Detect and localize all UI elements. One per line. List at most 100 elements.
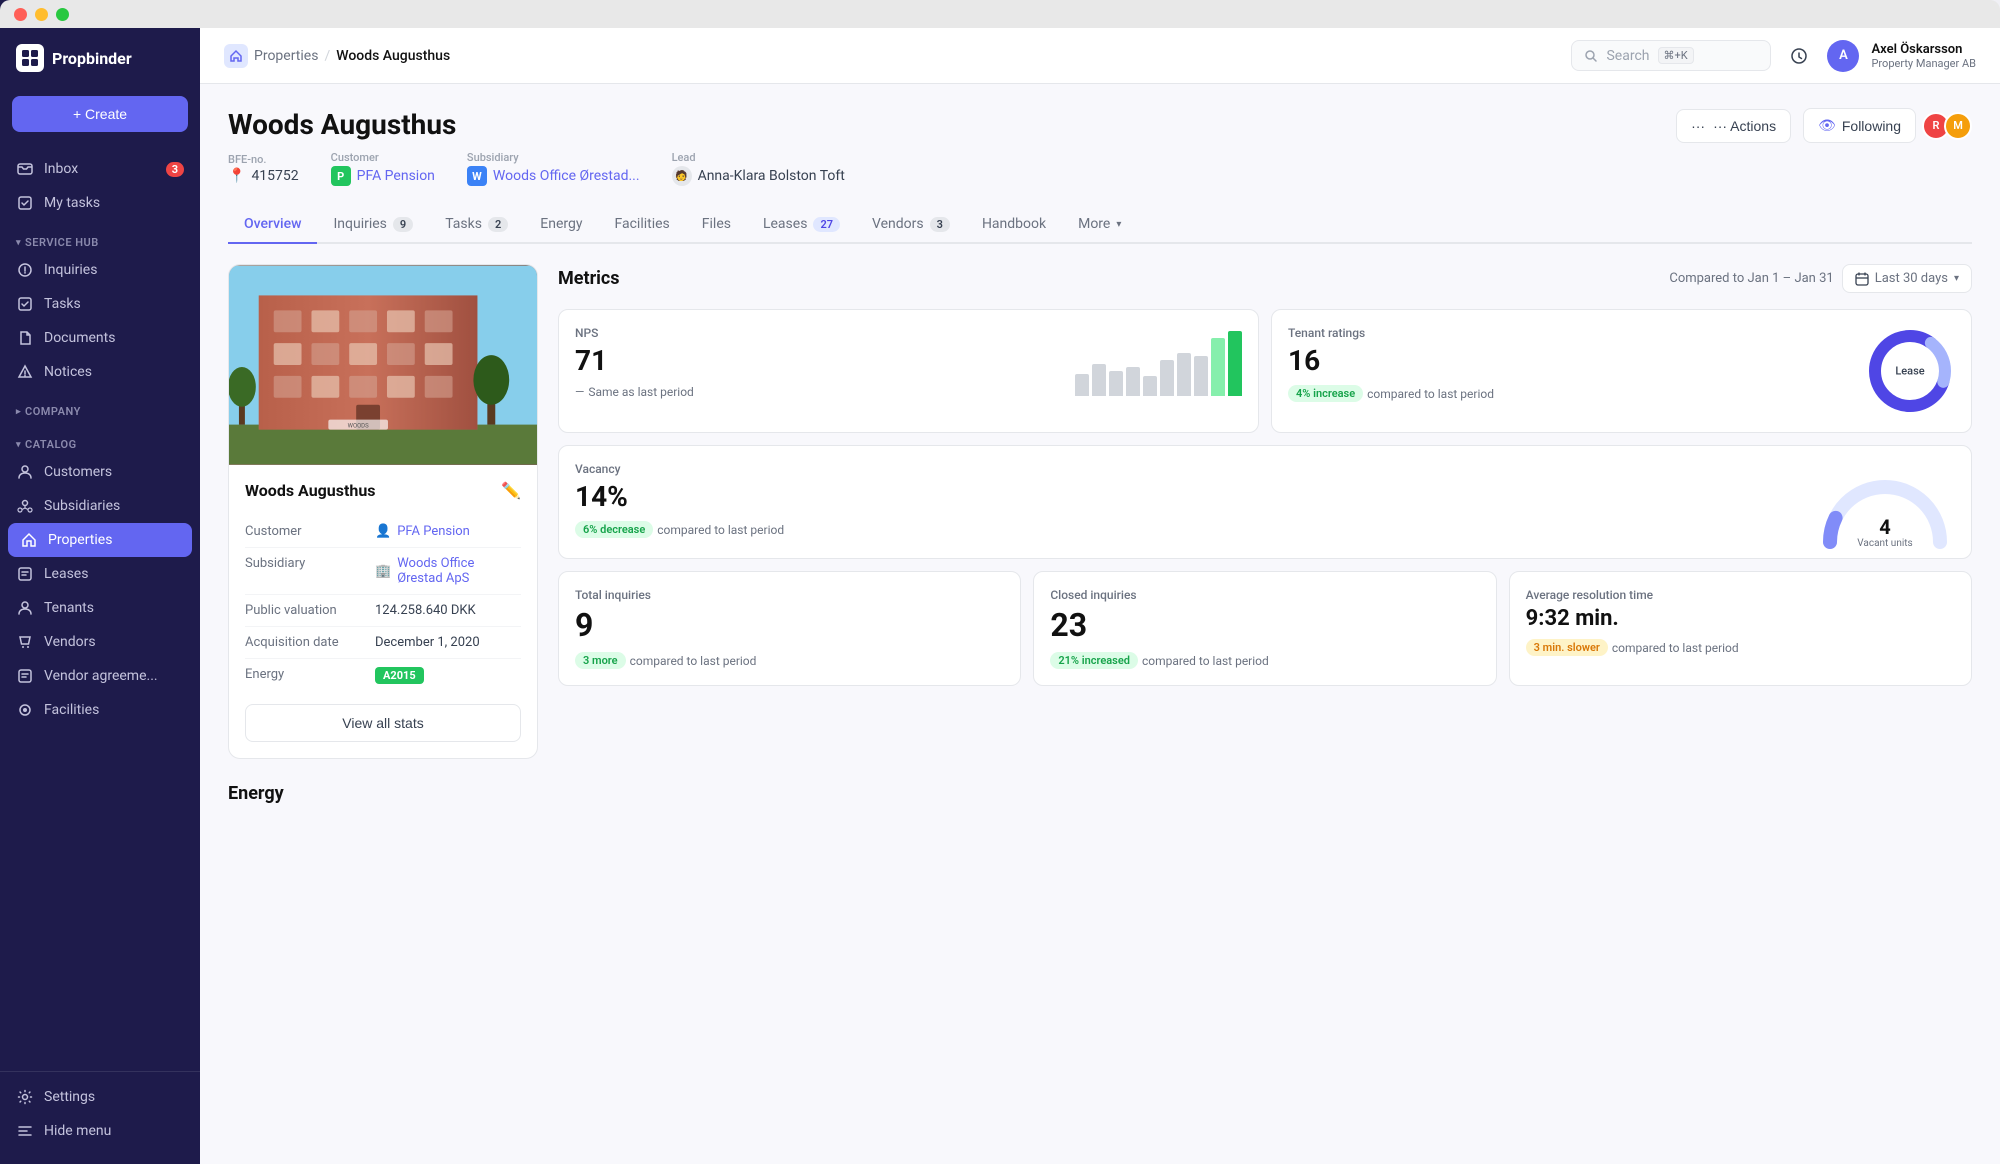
hide-menu-icon xyxy=(16,1122,34,1140)
following-button[interactable]: 👁 Following xyxy=(1803,108,1916,143)
subsidiary-link[interactable]: Woods Office Ørestad... xyxy=(493,168,640,184)
customers-icon xyxy=(16,463,34,481)
sidebar-item-inbox[interactable]: Inbox 3 xyxy=(0,152,200,186)
breadcrumb: Properties / Woods Augusthus xyxy=(224,44,450,68)
tab-overview[interactable]: Overview xyxy=(228,206,317,244)
metrics-title: Metrics xyxy=(558,268,620,289)
nps-bar xyxy=(1092,364,1106,397)
sidebar-item-inquiries[interactable]: Inquiries xyxy=(0,253,200,287)
search-box[interactable]: Search ⌘+K xyxy=(1571,40,1771,71)
info-subsidiary-value: 🏢 Woods Office Ørestad ApS xyxy=(375,556,521,586)
maximize-button[interactable] xyxy=(56,8,69,21)
sidebar-item-notices[interactable]: Notices xyxy=(0,355,200,389)
sidebar-item-my-tasks[interactable]: My tasks xyxy=(0,186,200,220)
view-all-stats-button[interactable]: View all stats xyxy=(245,704,521,742)
minimize-button[interactable] xyxy=(35,8,48,21)
info-subsidiary-row: Subsidiary 🏢 Woods Office Ørestad ApS xyxy=(245,548,521,595)
topbar: Properties / Woods Augusthus Search ⌘+K … xyxy=(200,28,2000,84)
total-inquiries-value: 9 xyxy=(575,606,1004,644)
vendors-badge: 3 xyxy=(930,217,950,232)
timer-icon[interactable] xyxy=(1783,40,1815,72)
info-customer-value: 👤 PFA Pension xyxy=(375,524,470,539)
search-icon xyxy=(1584,49,1598,63)
company-header[interactable]: ▸ COMPANY xyxy=(0,397,200,422)
avg-resolution-value: 9:32 min. xyxy=(1526,606,1955,631)
inbox-icon xyxy=(16,160,34,178)
period-selector[interactable]: Last 30 days ▾ xyxy=(1842,264,1972,293)
total-inquiries-label: Total inquiries xyxy=(575,588,1004,602)
tab-handbook[interactable]: Handbook xyxy=(966,206,1062,244)
bfe-value: 📍 415752 xyxy=(228,168,299,184)
meta-customer: Customer P PFA Pension xyxy=(331,151,435,186)
notices-icon xyxy=(16,363,34,381)
sidebar-item-leases[interactable]: Leases xyxy=(0,557,200,591)
following-icon: 👁 xyxy=(1818,117,1836,134)
chevron-down-icon: ▾ xyxy=(1116,219,1121,230)
slower-badge: 3 min. slower xyxy=(1526,639,1608,656)
sidebar-item-customers[interactable]: Customers xyxy=(0,455,200,489)
breadcrumb-separator: / xyxy=(324,48,330,64)
lead-avatar: 🧑 xyxy=(672,166,692,186)
tab-leases[interactable]: Leases 27 xyxy=(747,206,856,244)
tab-more[interactable]: More ▾ xyxy=(1062,206,1137,244)
donut-label: Lease xyxy=(1895,364,1924,377)
sidebar-item-facilities[interactable]: Facilities xyxy=(0,693,200,727)
tab-files[interactable]: Files xyxy=(686,206,747,244)
meta-row: BFE-no. 📍 415752 Customer P PFA Pension … xyxy=(228,151,1972,186)
tab-vendors[interactable]: Vendors 3 xyxy=(856,206,966,244)
tenant-footer: 4% increase compared to last period xyxy=(1288,385,1865,402)
more-badge: 3 more xyxy=(575,652,626,669)
info-subsidiary-link[interactable]: Woods Office Ørestad ApS xyxy=(397,556,521,586)
service-hub-header[interactable]: ▾ SERVICE HUB xyxy=(0,228,200,253)
nps-dash: — xyxy=(575,385,584,399)
bfe-label: BFE-no. xyxy=(228,153,299,166)
sidebar-item-vendor-agreements[interactable]: Vendor agreeme... xyxy=(0,659,200,693)
info-customer-link[interactable]: PFA Pension xyxy=(397,524,470,539)
lead-label: Lead xyxy=(672,151,845,164)
customer-avatar: P xyxy=(331,166,351,186)
checklist-icon xyxy=(16,295,34,313)
avg-resolution-footer: 3 min. slower compared to last period xyxy=(1526,639,1955,656)
property-name-row: Woods Augusthus ✏️ xyxy=(245,481,521,500)
vacancy-card: Vacancy 14% 6% decrease compared to last… xyxy=(558,445,1972,559)
close-button[interactable] xyxy=(14,8,27,21)
customer-icon: 👤 xyxy=(375,524,391,539)
nps-label: NPS xyxy=(575,326,1075,340)
breadcrumb-parent[interactable]: Properties xyxy=(254,48,318,64)
catalog-section: ▾ CATALOG Customers Subsidiaries Propert… xyxy=(0,426,200,731)
vacancy-decrease-badge: 6% decrease xyxy=(575,521,653,538)
tab-energy[interactable]: Energy xyxy=(524,206,598,244)
sidebar-item-subsidiaries[interactable]: Subsidiaries xyxy=(0,489,200,523)
actions-button[interactable]: ··· ··· Actions xyxy=(1676,109,1791,143)
nps-bar xyxy=(1126,367,1140,396)
customer-link[interactable]: PFA Pension xyxy=(357,168,435,184)
sidebar-item-tasks[interactable]: Tasks xyxy=(0,287,200,321)
tab-tasks[interactable]: Tasks 2 xyxy=(429,206,524,244)
sidebar-item-vendors[interactable]: Vendors xyxy=(0,625,200,659)
sidebar-item-settings[interactable]: Settings xyxy=(0,1080,200,1114)
info-subsidiary-label: Subsidiary xyxy=(245,556,375,571)
leases-icon xyxy=(16,565,34,583)
search-shortcut: ⌘+K xyxy=(1658,47,1694,64)
edit-icon[interactable]: ✏️ xyxy=(501,481,521,500)
sidebar-item-tenants[interactable]: Tenants xyxy=(0,591,200,625)
tab-inquiries[interactable]: Inquiries 9 xyxy=(317,206,429,244)
catalog-header[interactable]: ▾ CATALOG xyxy=(0,430,200,455)
page-title: Woods Augusthus xyxy=(228,108,456,141)
create-button[interactable]: + Create xyxy=(12,96,188,132)
info-energy-row: Energy A2015 xyxy=(245,659,521,692)
sidebar-item-documents[interactable]: Documents xyxy=(0,321,200,355)
nps-bar xyxy=(1075,374,1089,396)
tab-facilities[interactable]: Facilities xyxy=(598,206,685,244)
avg-resolution-label: Average resolution time xyxy=(1526,588,1955,602)
sidebar-item-hide-menu[interactable]: Hide menu xyxy=(0,1114,200,1148)
sidebar-bottom: Settings Hide menu xyxy=(0,1071,200,1164)
sidebar-item-properties[interactable]: Properties xyxy=(8,523,192,557)
lead-value: 🧑 Anna-Klara Bolston Toft xyxy=(672,166,845,186)
nps-value: 71 xyxy=(575,344,1075,377)
property-name: Woods Augusthus xyxy=(245,481,376,500)
closed-inquiries-card: Closed inquiries 23 21% increased compar… xyxy=(1033,571,1496,686)
metrics-bottom-row: Total inquiries 9 3 more compared to las… xyxy=(558,571,1972,686)
nps-bar xyxy=(1109,371,1123,396)
user-avatar[interactable]: A xyxy=(1827,40,1859,72)
